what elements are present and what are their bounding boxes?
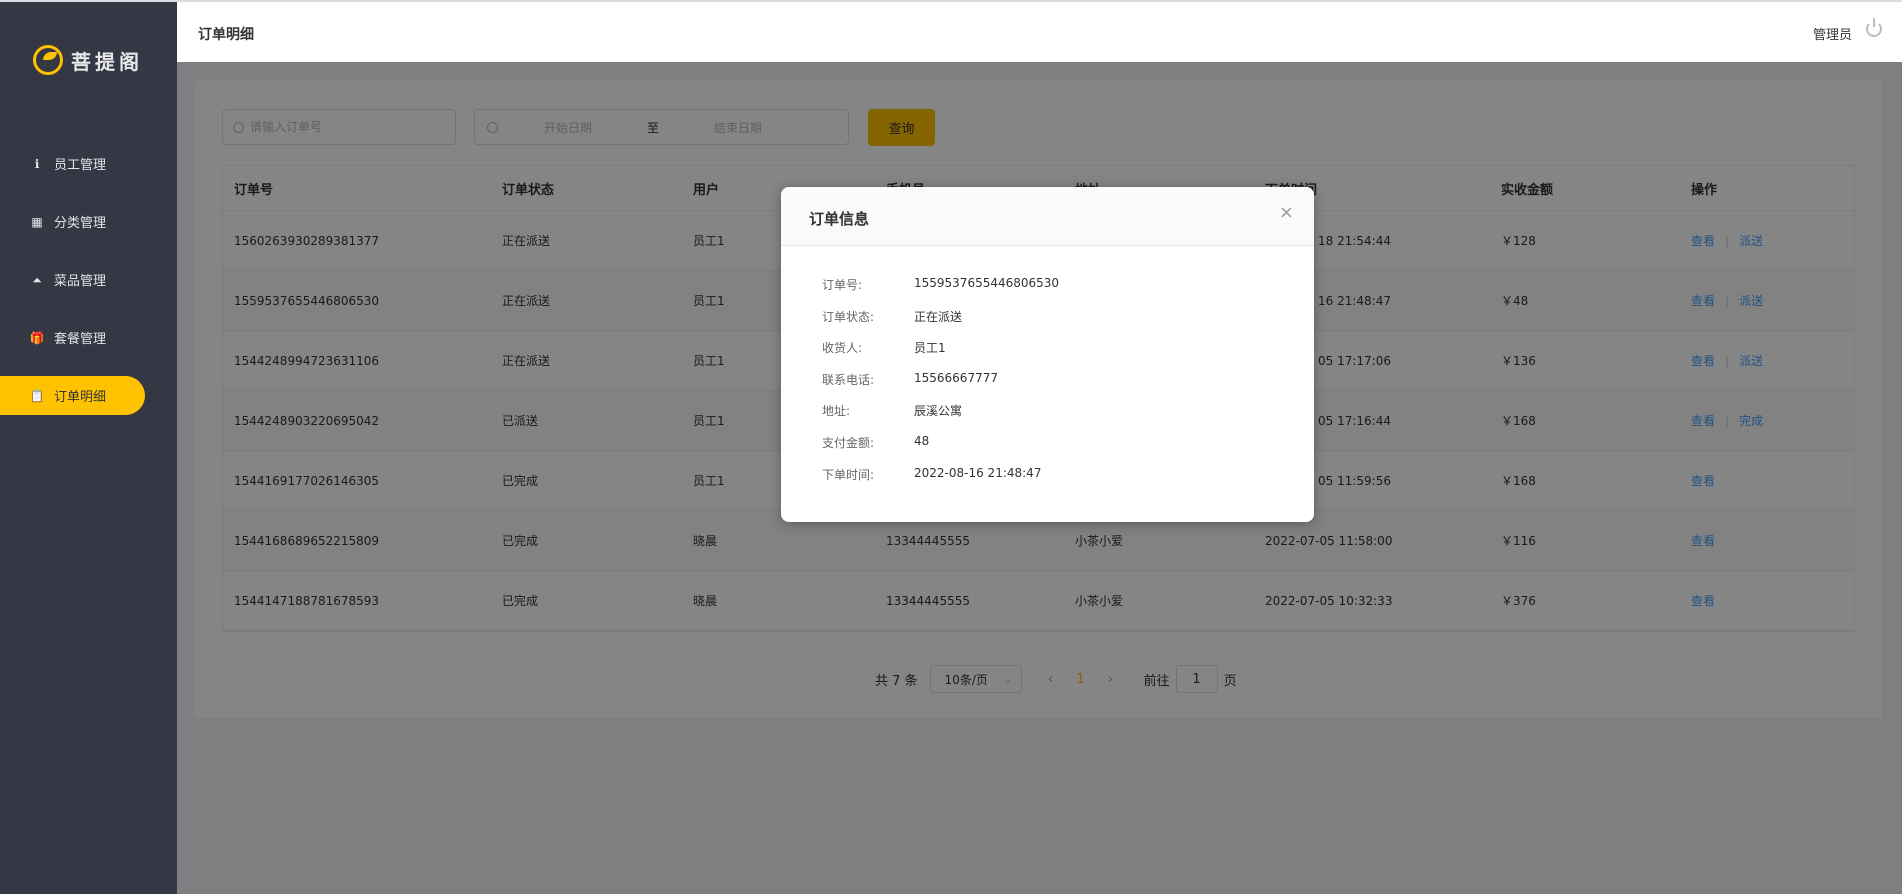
user-name[interactable]: 管理员 bbox=[1813, 24, 1852, 43]
sidebar-item-1[interactable]: ▦ 分类管理 bbox=[0, 202, 145, 241]
field-value: 员工1 bbox=[914, 341, 946, 356]
sidebar-item-0[interactable]: ℹ 员工管理 bbox=[0, 144, 145, 183]
field-label: 收货人: bbox=[822, 341, 863, 356]
field-value: 2022-08-16 21:48:47 bbox=[914, 465, 1042, 480]
dialog-title: 订单信息 bbox=[809, 210, 870, 228]
field-label: 地址: bbox=[822, 404, 851, 419]
logo-text: 菩提阁 bbox=[71, 49, 143, 74]
field-label: 订单号: bbox=[822, 278, 863, 292]
field-label: 联系电话: bbox=[822, 372, 875, 387]
sidebar: 菩提阁 ℹ 员工管理 ▦ 分类管理 ⏶ 菜品管理 🎁 套餐管理 📋 订单明细 bbox=[0, 2, 177, 894]
order-field: 订单状态: 正在派送 bbox=[822, 308, 962, 325]
power-icon[interactable] bbox=[1866, 18, 1882, 37]
order-field: 收货人: 员工1 bbox=[822, 339, 946, 356]
page-title: 订单明细 bbox=[198, 27, 254, 43]
field-label: 支付金额: bbox=[822, 436, 875, 450]
sidebar-item-label: 员工管理 bbox=[54, 158, 107, 173]
clipboard-icon: 📋 bbox=[29, 388, 45, 403]
sidebar-item-label: 套餐管理 bbox=[54, 332, 107, 347]
order-field: 下单时间: 2022-08-16 21:48:47 bbox=[822, 466, 1041, 483]
field-value: 1559537655446806530 bbox=[914, 276, 1060, 290]
order-field: 订单号: 1559537655446806530 bbox=[822, 276, 1059, 293]
sidebar-item-label: 订单明细 bbox=[54, 390, 107, 405]
field-label: 订单状态: bbox=[822, 309, 875, 324]
order-info-dialog: 订单信息 × 订单号: 1559537655446806530 订单状态: 正在派送收… bbox=[781, 187, 1314, 522]
grid-icon: ▦ bbox=[31, 214, 43, 229]
cloche-icon: ⏶ bbox=[32, 272, 42, 287]
field-value: 辰溪公寓 bbox=[914, 404, 963, 419]
sidebar-item-2[interactable]: ⏶ 菜品管理 bbox=[0, 260, 145, 299]
close-icon[interactable]: × bbox=[1279, 202, 1294, 223]
field-label: 下单时间: bbox=[822, 467, 875, 482]
sidebar-item-label: 菜品管理 bbox=[54, 274, 107, 289]
logo-icon bbox=[33, 45, 63, 75]
order-field: 联系电话: 15566667777 bbox=[822, 371, 998, 388]
order-field: 地址: 辰溪公寓 bbox=[822, 402, 962, 419]
sidebar-item-4[interactable]: 📋 订单明细 bbox=[0, 376, 145, 415]
sidebar-item-label: 分类管理 bbox=[54, 216, 107, 231]
gift-icon: 🎁 bbox=[29, 330, 45, 345]
header: 订单明细 管理员 bbox=[177, 2, 1902, 62]
logo: 菩提阁 bbox=[33, 45, 143, 75]
order-field: 支付金额: 48 bbox=[822, 434, 929, 451]
field-value: 48 bbox=[914, 434, 930, 448]
field-value: 正在派送 bbox=[914, 309, 963, 324]
sidebar-item-3[interactable]: 🎁 套餐管理 bbox=[0, 318, 145, 357]
dialog-header: 订单信息 × bbox=[781, 187, 1314, 246]
info-icon: ℹ bbox=[34, 156, 40, 171]
field-value: 15566667777 bbox=[914, 370, 998, 385]
